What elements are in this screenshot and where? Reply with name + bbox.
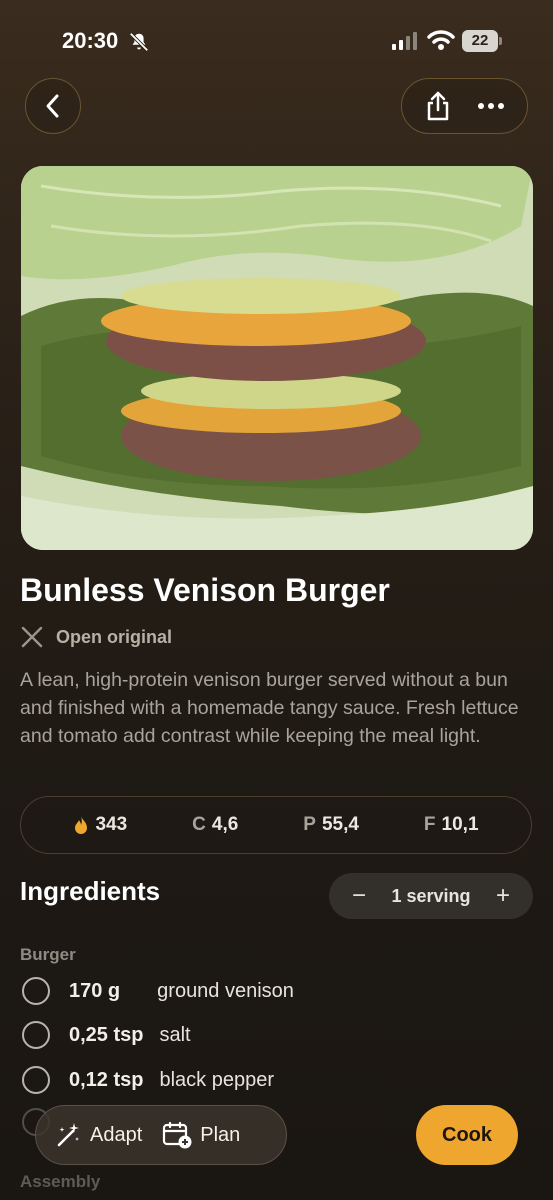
serving-stepper: − 1 serving +	[329, 873, 533, 919]
ingredient-name: black pepper	[159, 1068, 275, 1091]
adapt-label: Adapt	[90, 1123, 143, 1146]
chevron-left-icon	[46, 94, 59, 118]
fat-value: 10,1	[441, 814, 479, 835]
increase-serving-button[interactable]: +	[491, 884, 515, 908]
signal-icon	[392, 32, 417, 50]
recipe-description: A lean, high-protein venison burger serv…	[20, 669, 519, 747]
carbs-value: 4,6	[211, 814, 239, 835]
recipe-photo	[21, 166, 533, 550]
status-bar: 20:30 22	[0, 0, 553, 80]
calories-macro: 343	[73, 814, 127, 836]
calendar-add-icon	[163, 1121, 192, 1149]
carbs-label: C	[192, 814, 206, 835]
ingredient-row: 0,12 tsp black pepper	[22, 1066, 274, 1094]
open-original-label: Open original	[56, 626, 173, 647]
open-original-link[interactable]: Open original	[20, 625, 172, 649]
ingredient-checkbox[interactable]	[22, 977, 50, 1005]
ingredient-group-label: Assembly	[20, 1172, 101, 1191]
plan-button[interactable]: Plan	[162, 1121, 240, 1149]
fat-macro: F 10,1	[424, 814, 479, 836]
ingredients-heading: Ingredients	[20, 876, 161, 906]
fat-label: F	[423, 814, 436, 835]
back-button[interactable]	[25, 78, 81, 134]
recipe-title: Bunless Venison Burger	[20, 572, 390, 608]
status-time: 20:30	[62, 28, 119, 53]
serving-label: 1 serving	[391, 885, 471, 906]
ingredient-qty: 0,12 tsp	[69, 1068, 144, 1091]
share-icon	[428, 91, 449, 121]
adapt-button[interactable]: Adapt	[54, 1121, 142, 1149]
decrease-serving-button[interactable]: −	[347, 884, 371, 908]
wifi-icon	[427, 30, 455, 50]
header-actions	[401, 78, 528, 134]
carbs-macro: C 4,6	[192, 814, 238, 836]
ingredient-qty: 170 g	[69, 979, 121, 1002]
ingredient-group-label: Burger	[20, 945, 76, 964]
ingredient-checkbox[interactable]	[22, 1021, 50, 1049]
protein-macro: P 55,4	[303, 814, 359, 836]
battery-level: 22	[462, 30, 498, 52]
bell-slash-icon	[129, 32, 149, 52]
protein-label: P	[303, 814, 316, 835]
flame-icon	[75, 816, 88, 834]
ingredient-checkbox[interactable]	[22, 1066, 50, 1094]
ingredient-qty: 0,25 tsp	[69, 1023, 144, 1046]
ingredient-name: salt	[159, 1023, 191, 1046]
more-button[interactable]	[471, 86, 511, 126]
battery-indicator: 22	[462, 30, 502, 52]
ingredient-name: ground venison	[157, 979, 294, 1002]
cook-button[interactable]: Cook	[416, 1105, 518, 1165]
calories-value: 343	[95, 814, 128, 835]
macros-bar: 343 C 4,6 P 55,4 F 10,1	[20, 796, 532, 854]
bottom-action-pill: Adapt Plan	[35, 1105, 287, 1165]
ingredient-row: 0,25 tsp salt	[22, 1021, 191, 1049]
magic-wand-icon	[57, 1123, 79, 1147]
protein-value: 55,4	[321, 814, 359, 835]
x-logo-icon	[21, 626, 43, 648]
more-icon	[477, 103, 504, 109]
plan-label: Plan	[200, 1123, 241, 1146]
share-button[interactable]	[418, 86, 458, 126]
ingredient-row: 170 g ground venison	[22, 977, 294, 1005]
